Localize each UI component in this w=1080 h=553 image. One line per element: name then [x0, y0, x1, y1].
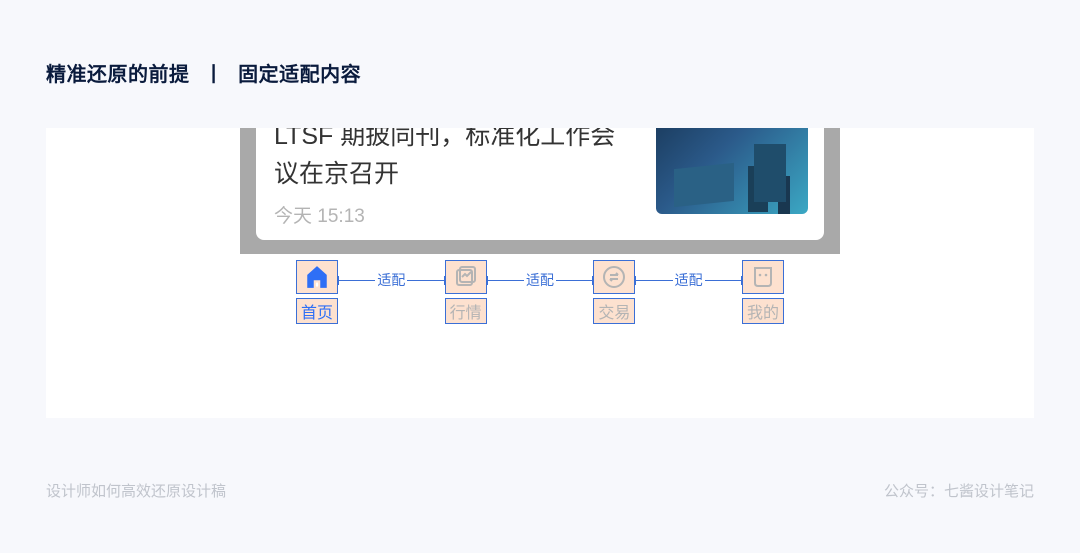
example-canvas: LTSF 期披同刊，标准化工作会议在京召开 今天 15:13 首页 适配 — [46, 128, 1034, 418]
spacer-3: 适配 — [635, 263, 742, 297]
spacer-1: 适配 — [338, 263, 445, 297]
footer-left: 设计师如何高效还原设计稿 — [46, 480, 226, 501]
tab-trade-icon-box — [593, 260, 635, 294]
header-title-part2: 固定适配内容 — [238, 64, 361, 86]
profile-icon — [751, 265, 775, 289]
tab-market[interactable]: 行情 — [445, 260, 487, 324]
tab-profile[interactable]: 我的 — [742, 260, 784, 324]
tab-trade[interactable]: 交易 — [593, 260, 635, 324]
spacer-label: 适配 — [375, 270, 407, 290]
content-area: LTSF 期披同刊，标准化工作会议在京召开 今天 15:13 — [240, 128, 840, 254]
trade-icon — [602, 265, 626, 289]
news-card[interactable]: LTSF 期披同刊，标准化工作会议在京召开 今天 15:13 — [256, 128, 824, 240]
spacer-label: 适配 — [524, 270, 556, 290]
tab-home-label: 首页 — [296, 298, 338, 324]
news-card-image — [656, 128, 808, 214]
market-icon — [454, 265, 478, 289]
page-footer: 设计师如何高效还原设计稿 公众号：七酱设计笔记 — [46, 480, 1034, 501]
tabbar: 首页 适配 行情 适配 — [240, 254, 840, 330]
header-title: 精准还原的前提 丨 固定适配内容 — [46, 64, 361, 86]
tab-home-icon-box — [296, 260, 338, 294]
page-header: 精准还原的前提 丨 固定适配内容 — [0, 0, 1080, 87]
tab-profile-icon-box — [742, 260, 784, 294]
phone-frame: LTSF 期披同刊，标准化工作会议在京召开 今天 15:13 首页 适配 — [240, 128, 840, 330]
tab-home[interactable]: 首页 — [296, 260, 338, 324]
spacer-label: 适配 — [673, 270, 705, 290]
header-divider: 丨 — [204, 64, 225, 86]
tab-market-icon-box — [445, 260, 487, 294]
footer-right: 公众号：七酱设计笔记 — [884, 480, 1034, 501]
header-title-part1: 精准还原的前提 — [46, 64, 190, 86]
news-card-title: LTSF 期披同刊，标准化工作会议在京召开 — [274, 128, 634, 193]
spacer-2: 适配 — [487, 263, 594, 297]
tab-trade-label: 交易 — [593, 298, 635, 324]
home-icon — [304, 264, 330, 290]
tab-market-label: 行情 — [445, 298, 487, 324]
tab-profile-label: 我的 — [742, 298, 784, 324]
